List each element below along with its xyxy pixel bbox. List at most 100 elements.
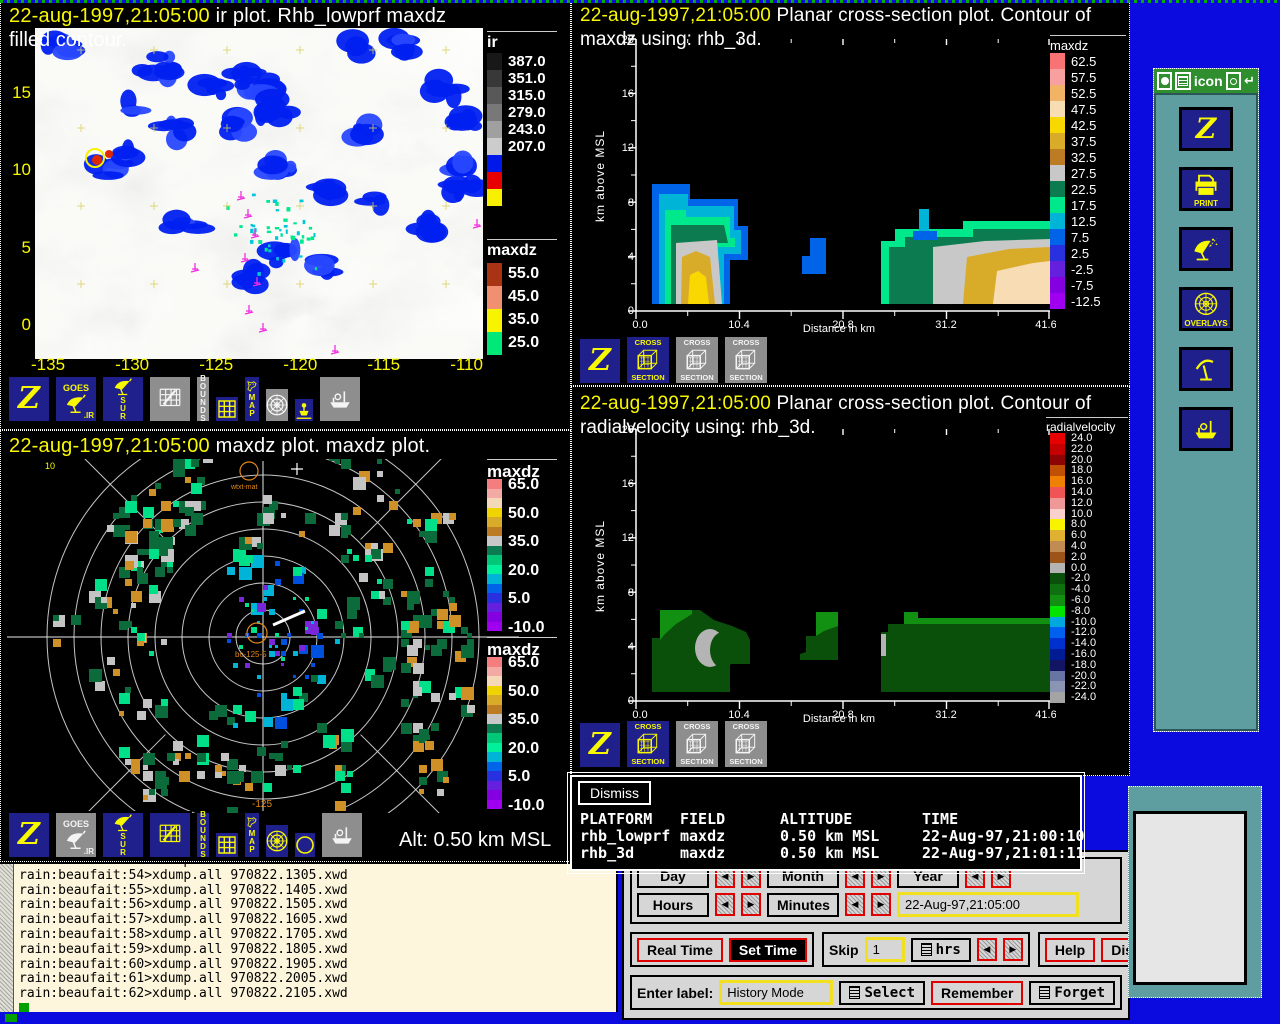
axis-tick-label: -125 (199, 355, 233, 375)
forget-label: Forget (1054, 985, 1105, 1001)
grid-icon-glyph (157, 822, 183, 848)
terminal-scrollbar[interactable] (0, 864, 14, 1012)
skip-forward-button[interactable]: ▶ (1003, 938, 1023, 961)
zebra-icon[interactable]: Z (578, 721, 622, 769)
menu-icon (1178, 76, 1188, 86)
skip-back-button[interactable]: ◀ (977, 938, 997, 961)
real-time-button[interactable]: Real Time (637, 938, 723, 962)
surveillance-icon[interactable]: SUR (101, 375, 145, 423)
satellite-icon[interactable] (1179, 227, 1233, 271)
label-field[interactable]: History Mode (719, 980, 833, 1005)
rings-icon[interactable] (264, 387, 290, 423)
grid-icon[interactable] (148, 375, 192, 423)
ship-icon[interactable] (1179, 407, 1233, 451)
select-button[interactable]: Select (839, 981, 925, 1005)
zebra-icon[interactable]: Z (578, 337, 622, 385)
colorbar-value: -10.0 (508, 797, 544, 815)
subgrid-icon[interactable] (214, 395, 240, 423)
cross-section-icon[interactable]: CROSSSECTION (674, 335, 720, 385)
dismiss-button[interactable]: Dismiss (578, 781, 651, 805)
time-field[interactable]: 22-Aug-97,21:05:00 (897, 892, 1079, 917)
zebra-icon[interactable]: Z (7, 375, 51, 423)
subgrid-icon[interactable] (214, 831, 240, 859)
cross-section-plot-maxdz: 20 16 12 8 4 0 0.0 10.4 20.8 31.2 41.6 (622, 31, 1056, 335)
bounds-icon[interactable]: BOUNDS (195, 811, 211, 859)
skip-field[interactable]: 1 (865, 937, 905, 962)
window-title: 22-aug-1997,21:05:00 maxdz plot. maxdz p… (9, 435, 430, 458)
colorbar-value: 35.0 (508, 311, 539, 329)
minutes-back-button[interactable]: ◀ (845, 893, 865, 916)
icon-panel-window: icon ↵ ZPRINTOVERLAYS (1153, 68, 1259, 732)
radar-ppi-display: wtxt-mat bc-125-5 -125 (5, 459, 521, 813)
colorbar-title-maxdz: maxdz (487, 239, 557, 260)
zebra-icon[interactable]: Z (1179, 107, 1233, 151)
units-menu-button[interactable]: hrs (911, 938, 971, 962)
cross-section-icon-glyph (635, 347, 661, 373)
cross-section-icon[interactable]: CROSSSECTION (625, 719, 671, 769)
goes-ir-icon[interactable]: GOES.IR (54, 811, 98, 859)
goes-ir-icon[interactable]: GOES.IR (54, 375, 98, 423)
window-list-button[interactable] (1175, 72, 1190, 90)
window-data-table: Dismiss PLATFORMFIELDALTITUDETIMErhb_low… (570, 775, 1082, 871)
cross-section-icon[interactable]: CROSSSECTION (723, 719, 769, 769)
cross-section-icon[interactable]: CROSSSECTION (625, 335, 671, 385)
window-minimize-button[interactable] (1226, 72, 1241, 90)
title-text: Planar cross-section plot. Contour of (776, 5, 1091, 26)
svg-text:4: 4 (628, 251, 634, 263)
colorbar-swatch (487, 686, 502, 696)
hours-back-button[interactable]: ◀ (715, 893, 735, 916)
zebra-icon[interactable]: Z (7, 811, 51, 859)
window-return-icon[interactable]: ↵ (1244, 74, 1255, 89)
rings-icon[interactable] (264, 823, 290, 859)
set-time-button[interactable]: Set Time (729, 938, 807, 962)
colorbar-value: 12.5 (1071, 214, 1096, 229)
colorbar-swatch (1050, 541, 1065, 552)
time-row: Hours ◀ ▶ Minutes ◀ ▶ 22-Aug-97,21:05:00 (637, 892, 1115, 917)
tool-sublabel: .IR (84, 411, 94, 420)
radar-antenna-icon-glyph (1192, 355, 1220, 383)
cross-section-icon[interactable]: CROSSSECTION (674, 719, 720, 769)
radar-antenna-icon[interactable] (1179, 347, 1233, 391)
title-text: ir plot. Rhb_lowprf maxdz (216, 5, 447, 27)
colorbar-swatch (1050, 101, 1065, 117)
ship-icon[interactable] (320, 811, 364, 859)
colorbar-swatch (487, 527, 502, 537)
axis-tick-label: -120 (283, 355, 317, 375)
table-row: rhb_lowprfmaxdz0.50 km MSL22-Aug-97,21:0… (580, 828, 1074, 845)
label-frame: Enter label: History Mode Select Remembe… (630, 975, 1122, 1010)
ship-icon[interactable] (318, 375, 362, 423)
grid-icon[interactable] (148, 811, 192, 859)
window-menu-button[interactable] (1157, 72, 1172, 90)
forget-button[interactable]: Forget (1029, 981, 1115, 1005)
remember-button[interactable]: Remember (931, 981, 1023, 1005)
colorbar-value: -24.0 (1071, 691, 1096, 703)
terminal-window[interactable]: rain:beaufait:53>xdump.all 970822.1205.x… (0, 862, 618, 1012)
minutes-button[interactable]: Minutes (767, 893, 839, 917)
colorbar-swatch (1050, 671, 1065, 682)
colorbar-swatch (487, 189, 502, 206)
cross-section-icon-glyph (635, 731, 661, 757)
colorbar-swatch (1050, 53, 1065, 69)
hours-forward-button[interactable]: ▶ (741, 893, 761, 916)
map-icon[interactable]: MAP (243, 811, 261, 859)
title-text-line2: filled contour. (9, 29, 127, 52)
window-cross-section-maxdz: 22-aug-1997,21:05:00 Planar cross-sectio… (571, 0, 1130, 386)
print-icon[interactable]: PRINT (1179, 167, 1233, 211)
hours-button[interactable]: Hours (637, 893, 709, 917)
colorbar-swatch (487, 612, 502, 622)
tool-sublabel: .IR (84, 847, 94, 856)
surveillance-icon[interactable]: SUR (101, 811, 145, 859)
colorbar-value: 65.0 (508, 654, 539, 672)
cross-section-icon[interactable]: CROSSSECTION (723, 335, 769, 385)
colorbar-swatch (487, 695, 502, 705)
colorbar-swatch (1050, 681, 1065, 692)
help-button[interactable]: Help (1045, 938, 1095, 962)
circle-icon[interactable] (293, 831, 317, 859)
colorbar-swatch (1050, 530, 1065, 541)
map-icon[interactable]: MAP (243, 375, 261, 423)
bounds-icon[interactable]: BOUNDS (195, 375, 211, 423)
minutes-forward-button[interactable]: ▶ (871, 893, 891, 916)
overlays-icon[interactable]: OVERLAYS (1179, 287, 1233, 331)
buoy-icon[interactable] (293, 397, 315, 423)
terminal-cursor (19, 1003, 29, 1012)
